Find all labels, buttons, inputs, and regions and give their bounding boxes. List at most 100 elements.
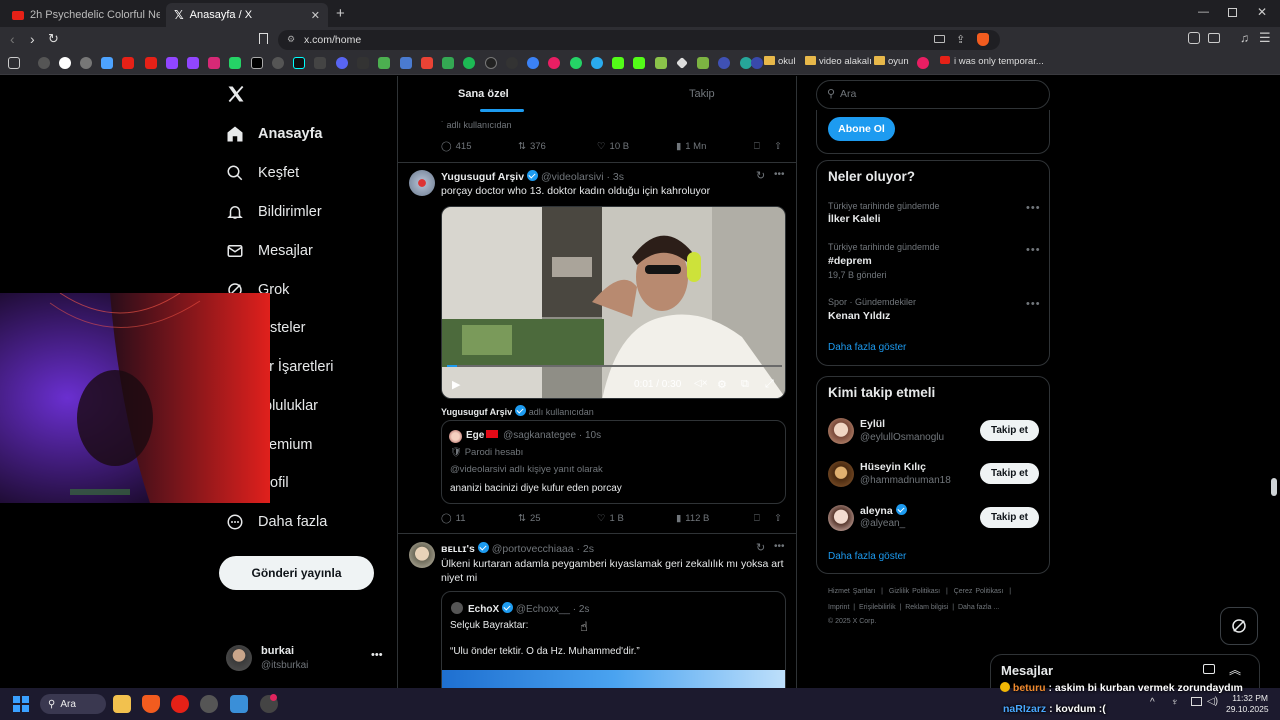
nav-messages[interactable]: Mesajlar <box>226 236 313 266</box>
discord-icon[interactable] <box>336 57 348 69</box>
app-icon[interactable] <box>200 695 218 713</box>
suggestion-handle[interactable]: @eylullOsmanoglu <box>860 432 944 443</box>
suggestion-name[interactable]: Hüseyin Kılıç <box>860 461 926 473</box>
more-options-icon[interactable]: ••• <box>774 541 785 552</box>
nav-explore[interactable]: Keşfet <box>226 158 299 188</box>
play-icon[interactable]: ▶ <box>452 378 460 391</box>
share-button[interactable]: ⇧ <box>774 141 782 152</box>
video-progress-track[interactable] <box>447 365 782 367</box>
suggestion-handle[interactable]: @hammadnuman18 <box>860 475 951 486</box>
avatar[interactable] <box>828 418 854 444</box>
tab-x-home[interactable]: 𝕏 Anasayfa / X ✕ <box>166 3 328 27</box>
bookmark-icon[interactable] <box>655 57 667 69</box>
follow-button[interactable]: Takip et <box>980 507 1039 528</box>
more-options-icon[interactable]: ••• <box>371 649 383 661</box>
nav-bookmarks[interactable]: er İşaretleri <box>261 352 334 382</box>
menu-icon[interactable]: ☰ <box>1259 30 1271 46</box>
mute-icon[interactable]: ◁× <box>694 378 708 389</box>
author-handle[interactable]: @videolarsivi <box>541 171 604 183</box>
x-logo-icon[interactable] <box>226 84 246 104</box>
bookmark-folder-okul[interactable]: okul <box>764 56 795 67</box>
x-bookmark-icon[interactable] <box>251 57 263 69</box>
nav-lists[interactable]: steler <box>270 313 305 343</box>
footer-link[interactable]: Erişilebilirlik <box>859 604 896 611</box>
more-options-icon[interactable]: ••• <box>1026 202 1041 214</box>
trend-title[interactable]: İlker Kaleli <box>828 213 881 225</box>
reply-button[interactable]: ◯ 11 <box>441 513 466 524</box>
footer-link[interactable]: Daha fazla ... <box>958 604 999 611</box>
cast-icon[interactable] <box>934 35 945 43</box>
author-name[interactable]: ʙᴇʟʟɪ's <box>441 543 475 555</box>
tab-youtube[interactable]: 2h Psychedelic Colorful Neon Backg... <box>4 3 160 27</box>
bookmark-video-link[interactable]: i was only temporar... <box>940 56 1044 67</box>
google-icon[interactable] <box>59 57 71 69</box>
grok-explain-icon[interactable]: ↻ <box>756 169 765 182</box>
nav-profile[interactable]: ofil <box>270 468 289 498</box>
bookmark-icon[interactable] <box>485 57 497 69</box>
clock[interactable]: 11:32 PM 29.10.2025 <box>1226 693 1269 715</box>
brave-icon[interactable] <box>142 695 160 713</box>
share-button[interactable]: ⇧ <box>774 513 782 524</box>
site-info-icon[interactable]: ⚙ <box>287 34 295 45</box>
back-icon[interactable]: ‹ <box>10 31 15 47</box>
history-icon[interactable] <box>38 57 50 69</box>
twitch-icon[interactable] <box>187 57 199 69</box>
video-player[interactable]: ▶ 0:01 / 0:30 ◁× ⚙ ⧉ ⤢ <box>441 206 786 399</box>
like-button[interactable]: ♡ 1 B <box>597 513 624 524</box>
bookmark-icon[interactable] <box>506 57 518 69</box>
page-scrollbar-thumb[interactable] <box>1271 478 1277 496</box>
minimize-button[interactable]: — <box>1198 6 1209 18</box>
bookmark-icon[interactable] <box>314 57 326 69</box>
attribution-name[interactable]: Yugusuguf Arşiv <box>441 407 512 417</box>
fullscreen-icon[interactable]: ⤢ <box>765 378 774 391</box>
nav-home[interactable]: Anasayfa <box>226 119 322 149</box>
account-switcher[interactable]: burkai @itsburkai ••• <box>226 643 386 675</box>
suggestion-handle[interactable]: @alyean_ <box>860 518 905 529</box>
quoted-post[interactable]: EchoX @Echoxx__ · 2s Selçuk Bayraktar: “… <box>441 591 786 688</box>
chatgpt-icon[interactable] <box>80 57 92 69</box>
nav-communities[interactable]: pluluklar <box>264 391 318 421</box>
reply-button[interactable]: ◯ 415 <box>441 141 472 152</box>
quoted-post[interactable]: Ege @sagkanategee · 10s 🛡 Parodi hesabı … <box>441 420 786 504</box>
expand-icon[interactable]: ︽ <box>1229 661 1241 678</box>
new-tab-button[interactable]: + <box>336 5 345 22</box>
author-handle[interactable]: @portovecchiaaa <box>492 543 574 555</box>
kick-icon[interactable] <box>612 57 624 69</box>
search-box[interactable]: ⚲ Ara <box>816 80 1050 109</box>
follow-button[interactable]: Takip et <box>980 420 1039 441</box>
like-button[interactable]: ♡ 10 B <box>597 141 629 152</box>
whatsapp-icon[interactable] <box>570 57 582 69</box>
avatar[interactable] <box>828 461 854 487</box>
microphone-icon[interactable]: ♆ <box>1171 697 1179 708</box>
trend-title[interactable]: #deprem <box>828 255 872 267</box>
twitch-icon[interactable] <box>166 57 178 69</box>
author-name[interactable]: Yugusuguf Arşiv <box>441 171 524 183</box>
reload-icon[interactable]: ↻ <box>48 31 59 47</box>
avatar[interactable] <box>828 505 854 531</box>
suggestion-name-row[interactable]: aleyna <box>860 504 907 517</box>
show-more-suggestions-link[interactable]: Daha fazla göster <box>828 551 906 562</box>
more-options-icon[interactable]: ••• <box>1026 298 1041 310</box>
follow-button[interactable]: Takip et <box>980 463 1039 484</box>
bookmark-icon[interactable] <box>548 57 560 69</box>
bookmark-icon[interactable] <box>697 57 709 69</box>
repost-button[interactable]: ⇅ 376 <box>518 141 546 152</box>
post-time[interactable]: · 3s <box>607 171 625 183</box>
volume-icon[interactable]: ◁) <box>1207 696 1218 707</box>
media-icon[interactable]: ♫ <box>1240 31 1249 45</box>
bookmark-page-icon[interactable] <box>259 33 268 44</box>
bookmark-icon[interactable] <box>229 57 241 69</box>
footer-link[interactable]: Gizlilik Politikası <box>889 588 940 595</box>
trend-title[interactable]: Kenan Yıldız <box>828 310 890 322</box>
maximize-button[interactable] <box>1228 8 1237 17</box>
more-options-icon[interactable]: ••• <box>774 169 785 180</box>
tab-for-you[interactable]: Sana özel <box>458 88 509 100</box>
extensions-icon[interactable] <box>1188 32 1200 44</box>
views-button[interactable]: ▮ 112 B <box>676 513 709 524</box>
nav-premium[interactable]: emium <box>269 430 313 460</box>
bookmark-button[interactable]: ⎕ <box>754 141 760 152</box>
show-more-trends-link[interactable]: Daha fazla göster <box>828 342 906 353</box>
bookmark-icon[interactable] <box>357 57 369 69</box>
more-options-icon[interactable]: ••• <box>1026 244 1041 256</box>
bookmark-folder-video[interactable]: video alakalı <box>805 56 872 67</box>
